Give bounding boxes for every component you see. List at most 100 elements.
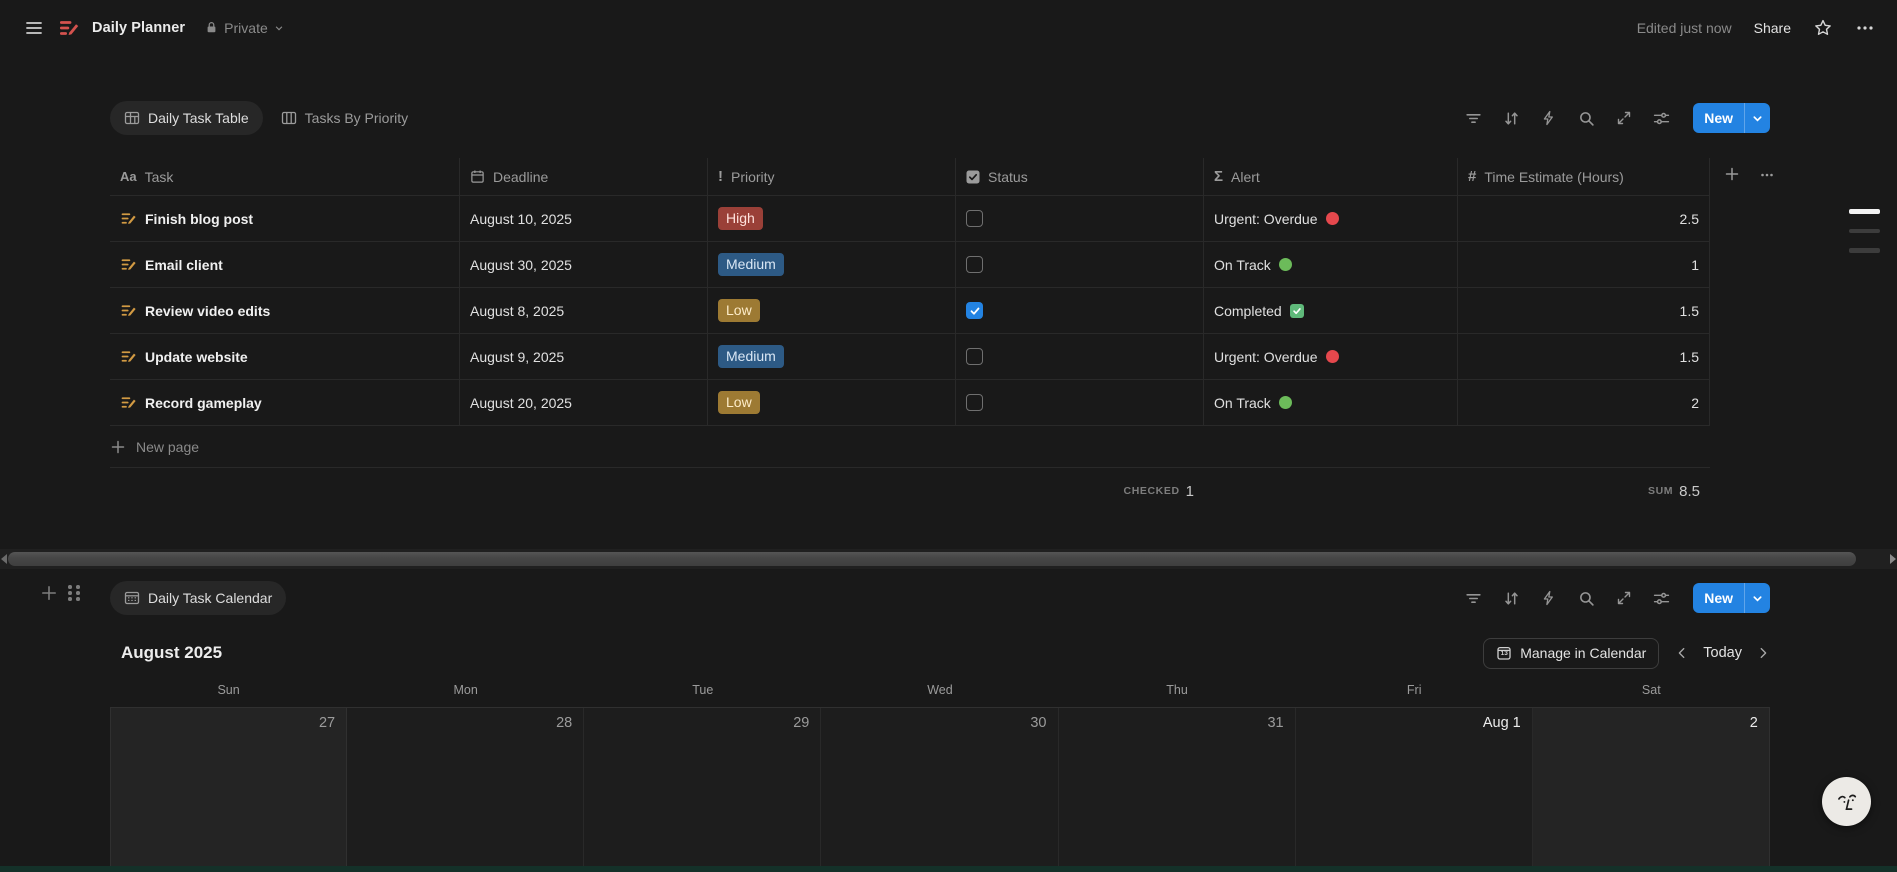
deadline-value: August 30, 2025 bbox=[470, 257, 572, 273]
page-compose-icon bbox=[58, 17, 80, 39]
text-type-icon: Aa bbox=[120, 169, 137, 184]
column-header-alert[interactable]: Σ Alert bbox=[1204, 158, 1458, 195]
sort-icon[interactable] bbox=[1503, 110, 1520, 127]
task-cell[interactable]: Review video edits bbox=[110, 288, 460, 333]
filter-icon[interactable] bbox=[1465, 110, 1482, 127]
day-cell[interactable]: Aug 1 bbox=[1296, 708, 1533, 872]
new-entry-button[interactable]: New bbox=[1693, 103, 1770, 133]
deadline-value: August 20, 2025 bbox=[470, 395, 572, 411]
status-checkbox[interactable] bbox=[966, 348, 983, 365]
table-options-icon[interactable] bbox=[1758, 166, 1776, 184]
ai-face-icon bbox=[1833, 788, 1860, 815]
view-settings-icon[interactable] bbox=[1653, 110, 1670, 127]
today-button[interactable]: Today bbox=[1703, 645, 1742, 661]
new-button-dropdown-icon[interactable] bbox=[1744, 103, 1770, 133]
plus-icon bbox=[110, 439, 126, 455]
day-number: Aug 1 bbox=[1483, 715, 1521, 731]
column-header-deadline[interactable]: Deadline bbox=[460, 158, 708, 195]
more-options-icon[interactable] bbox=[1855, 18, 1875, 38]
privacy-dropdown[interactable]: Private bbox=[205, 20, 284, 36]
time-estimate-value: 2.5 bbox=[1680, 211, 1699, 227]
table-row[interactable]: Review video edits August 8, 2025 Low Co… bbox=[110, 288, 1710, 334]
task-title: Update website bbox=[145, 349, 248, 365]
task-title: Review video edits bbox=[145, 303, 270, 319]
new-button-label[interactable]: New bbox=[1693, 103, 1744, 133]
task-page-icon bbox=[120, 394, 137, 411]
day-cell[interactable]: 29 bbox=[584, 708, 821, 872]
next-month-icon[interactable] bbox=[1756, 646, 1770, 660]
table-row[interactable]: Update website August 9, 2025 Medium Urg… bbox=[110, 334, 1710, 380]
expand-icon[interactable] bbox=[1616, 110, 1632, 126]
calendar-view-icon bbox=[124, 590, 140, 606]
bottom-edge-strip bbox=[0, 866, 1897, 872]
weekday-label: Tue bbox=[584, 683, 821, 697]
table-row[interactable]: Finish blog post August 10, 2025 High Ur… bbox=[110, 196, 1710, 242]
formula-sigma-icon: Σ bbox=[1214, 168, 1223, 185]
day-cell[interactable]: 28 bbox=[347, 708, 584, 872]
page-title[interactable]: Daily Planner bbox=[92, 20, 185, 36]
new-page-button[interactable]: New page bbox=[110, 426, 1710, 468]
day-cell[interactable]: 31 bbox=[1059, 708, 1296, 872]
scroll-left-arrow-icon[interactable] bbox=[1, 554, 7, 564]
weekday-header-row: Sun Mon Tue Wed Thu Fri Sat bbox=[110, 683, 1770, 697]
search-icon[interactable] bbox=[1578, 110, 1595, 127]
column-label: Status bbox=[988, 169, 1028, 185]
calendar-icon bbox=[470, 169, 485, 184]
view-settings-icon[interactable] bbox=[1653, 590, 1670, 607]
sort-icon[interactable] bbox=[1503, 590, 1520, 607]
day-number: 2 bbox=[1750, 715, 1758, 731]
share-button[interactable]: Share bbox=[1754, 20, 1791, 36]
sum-aggregate-value: 8.5 bbox=[1679, 483, 1700, 500]
table-view-icon bbox=[124, 110, 140, 126]
column-header-status[interactable]: Status bbox=[956, 158, 1204, 195]
deadline-value: August 10, 2025 bbox=[470, 211, 572, 227]
status-checkbox[interactable] bbox=[966, 256, 983, 273]
calendar-month-header: August 2025 13 Manage in Calendar Today bbox=[0, 636, 1770, 670]
tab-tasks-by-priority[interactable]: Tasks By Priority bbox=[267, 101, 422, 135]
chevron-down-icon bbox=[274, 23, 284, 33]
scrollbar-thumb[interactable] bbox=[8, 552, 1856, 566]
day-cell[interactable]: 30 bbox=[821, 708, 1058, 872]
expand-icon[interactable] bbox=[1616, 590, 1632, 606]
notion-ai-button[interactable] bbox=[1822, 777, 1871, 826]
manage-button-label: Manage in Calendar bbox=[1520, 645, 1646, 661]
status-checkbox[interactable] bbox=[966, 394, 983, 411]
sum-aggregate-label: SUM bbox=[1648, 485, 1673, 497]
search-icon[interactable] bbox=[1578, 590, 1595, 607]
vertical-scroll-indicator[interactable] bbox=[1849, 209, 1880, 253]
tab-daily-task-calendar[interactable]: Daily Task Calendar bbox=[110, 581, 286, 615]
alert-text: On Track bbox=[1214, 395, 1271, 411]
table-row[interactable]: Record gameplay August 20, 2025 Low On T… bbox=[110, 380, 1710, 426]
new-event-button[interactable]: New bbox=[1693, 583, 1770, 613]
task-cell[interactable]: Finish blog post bbox=[110, 196, 460, 241]
column-header-task[interactable]: Aa Task bbox=[110, 158, 460, 195]
automation-lightning-icon[interactable] bbox=[1541, 590, 1557, 606]
day-number: 31 bbox=[1267, 715, 1283, 731]
sidebar-menu-icon[interactable] bbox=[22, 16, 46, 40]
calendar-grid: 27 28 29 30 31 Aug 1 2 bbox=[110, 707, 1770, 866]
filter-icon[interactable] bbox=[1465, 590, 1482, 607]
task-cell[interactable]: Record gameplay bbox=[110, 380, 460, 425]
task-cell[interactable]: Update website bbox=[110, 334, 460, 379]
tab-daily-task-table[interactable]: Daily Task Table bbox=[110, 101, 263, 135]
task-title: Record gameplay bbox=[145, 395, 262, 411]
automation-lightning-icon[interactable] bbox=[1541, 110, 1557, 126]
day-cell[interactable]: 27 bbox=[110, 708, 347, 872]
favorite-star-icon[interactable] bbox=[1813, 18, 1833, 38]
column-header-priority[interactable]: ! Priority bbox=[708, 158, 956, 195]
table-row[interactable]: Email client August 30, 2025 Medium On T… bbox=[110, 242, 1710, 288]
table-header-row: Aa Task Deadline ! Priority Status Σ Ale… bbox=[110, 158, 1710, 196]
task-cell[interactable]: Email client bbox=[110, 242, 460, 287]
status-checkbox[interactable] bbox=[966, 302, 983, 319]
column-header-time-estimate[interactable]: # Time Estimate (Hours) bbox=[1458, 158, 1710, 195]
sum-aggregate[interactable]: SUM 8.5 bbox=[110, 468, 1710, 514]
daily-task-table: Aa Task Deadline ! Priority Status Σ Ale… bbox=[110, 158, 1790, 514]
day-cell[interactable]: 2 bbox=[1533, 708, 1770, 872]
status-checkbox[interactable] bbox=[966, 210, 983, 227]
manage-in-calendar-button[interactable]: 13 Manage in Calendar bbox=[1483, 638, 1659, 669]
new-button-label[interactable]: New bbox=[1693, 583, 1744, 613]
new-button-dropdown-icon[interactable] bbox=[1744, 583, 1770, 613]
add-column-icon[interactable] bbox=[1724, 166, 1740, 182]
scroll-right-arrow-icon[interactable] bbox=[1890, 554, 1896, 564]
previous-month-icon[interactable] bbox=[1675, 646, 1689, 660]
